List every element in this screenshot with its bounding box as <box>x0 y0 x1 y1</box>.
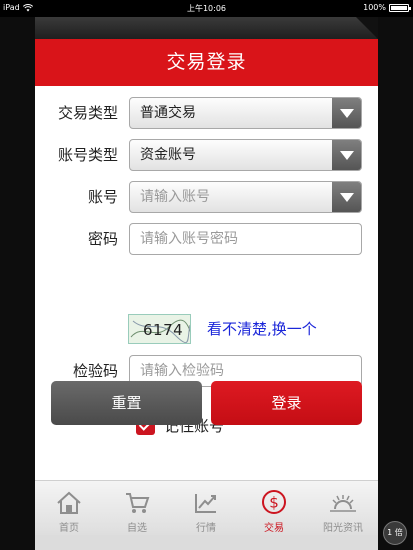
zoom-button[interactable]: 1 倍 <box>383 521 407 545</box>
svg-text:$: $ <box>269 494 279 512</box>
account-type-select[interactable]: 资金账号 <box>129 139 362 171</box>
trade-type-label: 交易类型 <box>57 104 118 122</box>
status-bar: iPad 上午10:06 100% <box>0 0 413 17</box>
captcha-image[interactable]: 6174 <box>128 314 191 344</box>
tab-trade-label: 交易 <box>264 523 284 534</box>
password-row: 密码 请输入账号密码 <box>35 223 378 255</box>
app-window: 交易登录 交易类型 普通交易 账号类型 资金账号 账号 请输入账号 密码 请输入… <box>35 17 378 550</box>
app-footer <box>35 535 378 550</box>
chevron-down-icon[interactable] <box>332 140 361 170</box>
tab-news-label: 阳光资讯 <box>323 523 363 534</box>
login-button[interactable]: 登录 <box>211 381 362 425</box>
page-title: 交易登录 <box>35 39 378 86</box>
reset-button[interactable]: 重置 <box>51 381 202 425</box>
tab-trade[interactable]: $ 交易 <box>240 481 308 536</box>
account-input[interactable]: 请输入账号 <box>129 181 362 213</box>
captcha-code: 6174 <box>143 321 184 339</box>
account-type-value: 资金账号 <box>140 147 196 163</box>
tab-bar: 首页 自选 行情 $ 交易 阳光资讯 <box>35 480 378 535</box>
account-type-label: 账号类型 <box>57 146 118 164</box>
password-input[interactable]: 请输入账号密码 <box>129 223 362 255</box>
trade-type-select[interactable]: 普通交易 <box>129 97 362 129</box>
home-icon <box>57 491 81 514</box>
chart-icon <box>195 494 216 513</box>
status-time: 上午10:06 <box>186 4 227 13</box>
verify-placeholder: 请输入检验码 <box>140 363 224 379</box>
trade-type-row: 交易类型 普通交易 <box>35 97 378 129</box>
battery-percent: 100% <box>363 3 386 12</box>
trade-type-value: 普通交易 <box>140 105 196 121</box>
account-row: 账号 请输入账号 <box>35 181 378 213</box>
tab-news[interactable]: 阳光资讯 <box>309 481 377 536</box>
tab-market[interactable]: 行情 <box>172 481 240 536</box>
chevron-down-icon[interactable] <box>332 98 361 128</box>
tab-market-label: 行情 <box>196 523 216 534</box>
account-label: 账号 <box>87 188 118 206</box>
tab-home[interactable]: 首页 <box>35 481 103 536</box>
battery-icon <box>389 3 411 12</box>
account-type-row: 账号类型 资金账号 <box>35 139 378 171</box>
password-placeholder: 请输入账号密码 <box>140 231 238 247</box>
tab-watchlist-label: 自选 <box>127 523 147 534</box>
tab-watchlist[interactable]: 自选 <box>103 481 171 536</box>
tab-home-label: 首页 <box>59 523 79 534</box>
dollar-icon: $ <box>262 490 286 514</box>
chevron-down-icon[interactable] <box>332 182 361 212</box>
sun-icon <box>330 495 356 512</box>
cart-icon <box>126 493 150 513</box>
account-placeholder: 请输入账号 <box>140 189 210 205</box>
password-label: 密码 <box>87 230 118 248</box>
app-top-bar <box>35 17 378 39</box>
captcha-refresh-link[interactable]: 看不清楚,换一个 <box>207 318 317 339</box>
